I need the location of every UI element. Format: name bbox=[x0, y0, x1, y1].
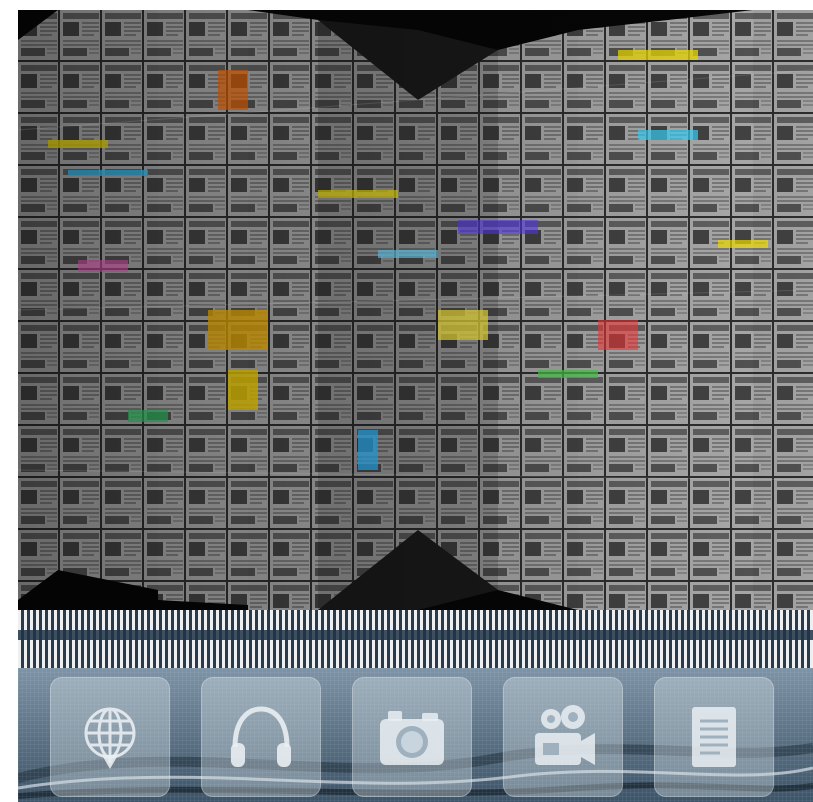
video-camera-button[interactable] bbox=[503, 677, 623, 797]
media-dock bbox=[18, 668, 813, 802]
headphones-icon bbox=[231, 706, 291, 767]
document-icon bbox=[692, 707, 736, 767]
camera-icon bbox=[380, 711, 444, 765]
camera-button[interactable] bbox=[352, 677, 472, 797]
stripe-divider bbox=[18, 630, 813, 640]
newspaper-wall-graphic bbox=[18, 10, 813, 610]
headphones-button[interactable] bbox=[201, 677, 321, 797]
app-frame bbox=[18, 10, 813, 802]
globe-download-button[interactable] bbox=[50, 677, 170, 797]
globe-download-icon bbox=[84, 707, 136, 769]
barcode-stripe-band bbox=[18, 610, 813, 668]
document-button[interactable] bbox=[654, 677, 774, 797]
newspaper-wall-image bbox=[18, 10, 813, 610]
video-camera-icon bbox=[535, 705, 595, 765]
